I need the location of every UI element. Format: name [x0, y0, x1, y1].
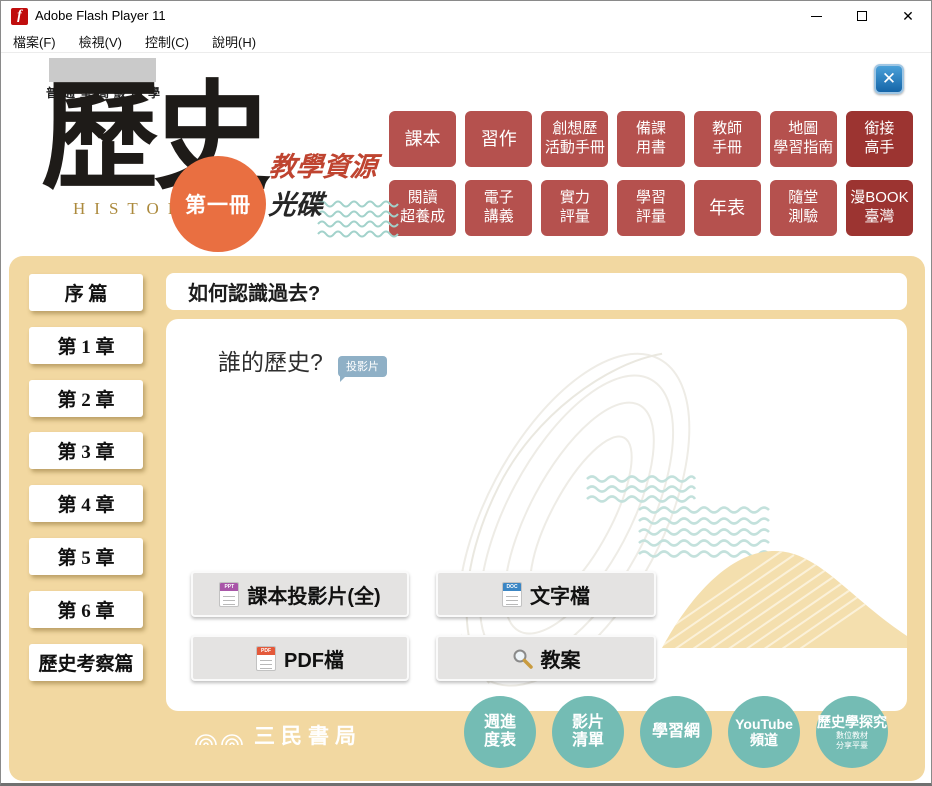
youtube-channel-label: YouTube 頻道	[735, 715, 793, 748]
video-list-button[interactable]: 影片 清單	[552, 696, 624, 768]
sidebar-item-ch1[interactable]: 第 1 章	[29, 327, 143, 364]
wave-watermark-icon	[638, 506, 770, 558]
publisher-name: 三民書局	[254, 724, 362, 748]
window-controls: ✕	[793, 1, 931, 31]
maximize-button[interactable]	[839, 1, 885, 31]
subtitle-disc: 光碟	[267, 190, 324, 220]
resource-button[interactable]: 實力 評量	[541, 180, 609, 236]
maximize-icon	[857, 11, 867, 21]
video-list-label: 影片 清單	[571, 713, 604, 749]
wave-watermark-icon	[586, 475, 696, 503]
doc-band: DOC	[503, 582, 521, 591]
history-inquiry-sublabel: 數位教材 分享平臺	[836, 730, 868, 750]
sidebar-item-fieldwork[interactable]: 歷史考察篇	[29, 644, 143, 681]
resource-button[interactable]: 地圖 學習指南	[769, 111, 837, 167]
menu-file[interactable]: 檔案(F)	[9, 32, 60, 51]
menu-bar: 檔案(F) 檢視(V) 控制(C) 說明(H)	[1, 31, 931, 53]
resource-button[interactable]: 學習 評量	[617, 180, 685, 236]
resource-button-grid: 課本 習作 創想歷 活動手冊 備課 用書 教師 手冊 地圖 學習指南 銜接 高手…	[389, 111, 913, 236]
magnifier-icon	[513, 649, 533, 669]
lesson-plan-label: 教案	[540, 649, 581, 672]
slides-all-label: 課本投影片(全)	[247, 585, 381, 608]
text-file-label: 文字檔	[530, 585, 590, 608]
publisher-brand: 三民書局	[194, 720, 362, 750]
sidebar-item-ch4[interactable]: 第 4 章	[29, 485, 143, 522]
volume-label: 第一冊	[185, 194, 251, 217]
sidebar-item-ch5[interactable]: 第 5 章	[29, 538, 143, 575]
app-close-button[interactable]: ✕	[874, 64, 904, 94]
window-title: Adobe Flash Player 11	[35, 8, 166, 23]
resource-button[interactable]: 漫BOOK 臺灣	[845, 180, 913, 236]
learning-site-label: 學習網	[651, 722, 700, 740]
wave-decoration-icon	[317, 200, 399, 238]
section-title-bar: 如何認識過去?	[166, 273, 907, 310]
resource-button[interactable]: 創想歷 活動手冊	[541, 111, 609, 167]
title-bar: f Adobe Flash Player 11 ✕	[1, 1, 931, 31]
menu-view[interactable]: 檢視(V)	[75, 32, 126, 51]
slides-all-button[interactable]: PPT 課本投影片(全)	[191, 571, 409, 617]
resource-button[interactable]: 年表	[693, 180, 761, 236]
section-title: 如何認識過去?	[188, 283, 321, 305]
sidebar-item-ch3[interactable]: 第 3 章	[29, 432, 143, 469]
minimize-button[interactable]	[793, 1, 839, 31]
slides-badge: 投影片	[338, 356, 387, 382]
sidebar-item-intro[interactable]: 序 篇	[29, 274, 143, 311]
subtitle-resource: 教學資源	[267, 152, 378, 182]
sidebar-item-ch2[interactable]: 第 2 章	[29, 380, 143, 417]
resource-button[interactable]: 閱讀 超養成	[389, 180, 457, 236]
flash-app-icon: f	[11, 8, 28, 25]
menu-control[interactable]: 控制(C)	[141, 32, 193, 51]
minimize-icon	[810, 15, 822, 17]
volume-badge: 第一冊	[170, 156, 266, 252]
pdf-file-label: PDF檔	[284, 649, 344, 672]
resource-button[interactable]: 銜接 高手	[845, 111, 913, 167]
resource-button[interactable]: 課本	[389, 111, 457, 167]
history-inquiry-label: 歷史學探究	[817, 713, 887, 730]
close-button[interactable]: ✕	[885, 1, 931, 31]
flash-player-window: f Adobe Flash Player 11 ✕ 檔案(F) 檢視(V) 控制…	[0, 0, 932, 786]
ppt-file-icon: PPT	[219, 581, 240, 607]
sidebar-item-ch6[interactable]: 第 6 章	[29, 591, 143, 628]
pdf-band: PDF	[257, 646, 275, 655]
history-inquiry-button[interactable]: 歷史學探究 數位教材 分享平臺	[816, 696, 888, 768]
resource-button[interactable]: 隨堂 測驗	[769, 180, 837, 236]
lesson-plan-button[interactable]: 教案	[436, 635, 656, 681]
pdf-file-icon: PDF	[256, 645, 276, 671]
doc-file-icon: DOC	[502, 581, 522, 607]
resource-button[interactable]: 教師 手冊	[693, 111, 761, 167]
close-icon: ✕	[902, 8, 914, 24]
menu-help[interactable]: 說明(H)	[208, 32, 260, 51]
learning-site-button[interactable]: 學習網	[640, 696, 712, 768]
youtube-channel-button[interactable]: YouTube 頻道	[728, 696, 800, 768]
resource-button[interactable]: 備課 用書	[617, 111, 685, 167]
text-file-button[interactable]: DOC 文字檔	[436, 571, 656, 617]
resource-button[interactable]: 電子 講義	[465, 180, 533, 236]
weekly-schedule-label: 週進 度表	[483, 713, 516, 749]
header: 普通型高級中學 歷史 HISTORY 第一冊 教學資源 光碟 ✕ 課本 習作 創…	[1, 53, 931, 256]
pdf-file-button[interactable]: PDF PDF檔	[191, 635, 409, 681]
brand-arches-icon	[195, 734, 243, 746]
ppt-band: PPT	[220, 582, 239, 591]
hill-watermark-icon	[662, 550, 907, 648]
weekly-schedule-button[interactable]: 週進 度表	[464, 696, 536, 768]
content-panel: 誰的歷史? 投影片 PPT 課本投影片(全) DOC 文字檔 PDF PDF檔	[166, 319, 907, 711]
topic-link[interactable]: 誰的歷史?	[218, 343, 323, 377]
resource-button[interactable]: 習作	[465, 111, 533, 167]
